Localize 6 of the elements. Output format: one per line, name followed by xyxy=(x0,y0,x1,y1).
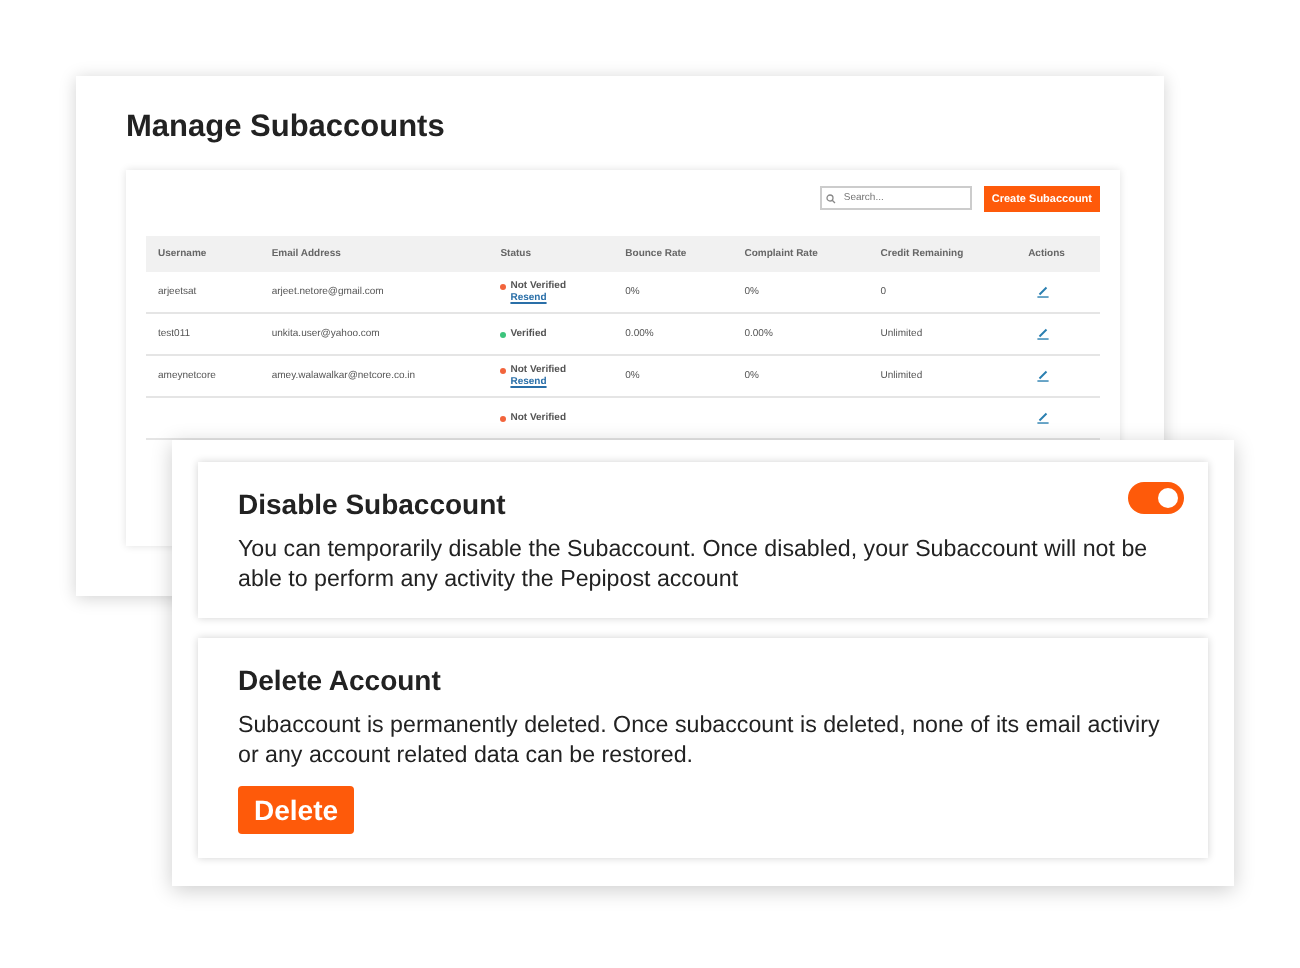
delete-button[interactable]: Delete xyxy=(238,786,355,834)
section-title: Delete Account xyxy=(238,664,441,696)
page-title: Manage Subaccounts xyxy=(126,110,445,146)
section-description: You can temporarily disable the Subaccount. Once disabled, your Subaccount will not be able to perform any activity the Pepipost account xyxy=(238,534,1150,594)
section-description: Subaccount is permanently deleted. Once subaccount is deleted, none of its email activiry or any account related data can be restored. xyxy=(238,710,1162,770)
section-title: Disable Subaccount xyxy=(238,488,506,520)
